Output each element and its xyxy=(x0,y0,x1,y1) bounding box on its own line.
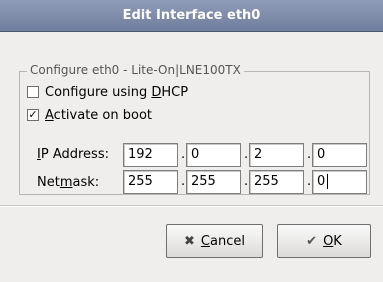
ip-address-label: IP Address: xyxy=(37,146,109,162)
window-title: Edit Interface eth0 xyxy=(122,8,261,23)
edit-interface-dialog: Edit Interface eth0 Configure eth0 - Lit… xyxy=(0,0,383,282)
netmask-octet-2-input[interactable]: 255 xyxy=(186,170,241,194)
ok-button[interactable]: ✔ OK xyxy=(277,224,371,258)
dhcp-label: Configure using DHCP xyxy=(45,84,189,100)
cancel-label: Cancel xyxy=(200,233,245,249)
ip-octet-2-input[interactable]: 0 xyxy=(186,143,241,167)
netmask-octet-4-input[interactable]: 0 xyxy=(312,170,367,194)
cancel-icon: ✖ xyxy=(184,233,195,249)
title-bar[interactable]: Edit Interface eth0 xyxy=(0,0,383,32)
checkmark-icon: ✓ xyxy=(28,108,38,121)
dhcp-checkbox-row[interactable]: Configure using DHCP xyxy=(27,83,188,101)
netmask-dot-2: . xyxy=(244,174,249,189)
text-cursor xyxy=(327,174,328,189)
netmask-dot-3: . xyxy=(307,174,312,189)
button-separator xyxy=(0,205,383,207)
activate-on-boot-checkbox[interactable]: ✓ xyxy=(27,109,39,121)
ip-dot-1: . xyxy=(181,147,186,162)
netmask-dot-1: . xyxy=(181,174,186,189)
frame-label: Configure eth0 - Lite-On|LNE100TX xyxy=(27,63,244,77)
activate-on-boot-row[interactable]: ✓ Activate on boot xyxy=(27,106,152,124)
ip-octet-1-input[interactable]: 192 xyxy=(123,143,178,167)
ip-dot-3: . xyxy=(307,147,312,162)
netmask-octet-3-input[interactable]: 255 xyxy=(249,170,304,194)
ip-octet-4-input[interactable]: 0 xyxy=(312,143,367,167)
netmask-label: Net m ask: xyxy=(37,174,100,190)
ok-icon: ✔ xyxy=(306,233,318,249)
ok-label: OK xyxy=(323,233,342,249)
dhcp-checkbox[interactable] xyxy=(27,86,39,98)
activate-on-boot-label: Activate on boot xyxy=(45,107,152,123)
ip-dot-2: . xyxy=(244,147,249,162)
netmask-octet-1-input[interactable]: 255 xyxy=(123,170,178,194)
ip-octet-3-input[interactable]: 2 xyxy=(249,143,304,167)
cancel-button[interactable]: ✖ Cancel xyxy=(166,224,263,258)
